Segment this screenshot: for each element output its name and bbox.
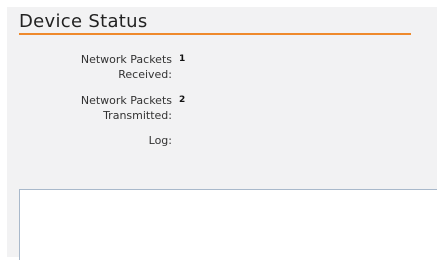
packets-transmitted-value: 2 bbox=[179, 95, 186, 105]
page-title: Device Status bbox=[19, 11, 148, 32]
packets-transmitted-label: Network Packets Transmitted: bbox=[80, 94, 172, 122]
packets-received-label: Network Packets Received: bbox=[80, 53, 172, 81]
title-divider bbox=[19, 33, 411, 35]
log-label: Log: bbox=[148, 134, 172, 147]
log-textarea[interactable] bbox=[19, 189, 437, 260]
packets-received-value: 1 bbox=[179, 54, 186, 64]
device-status-panel: Device Status Network Packets Received: … bbox=[7, 7, 437, 260]
